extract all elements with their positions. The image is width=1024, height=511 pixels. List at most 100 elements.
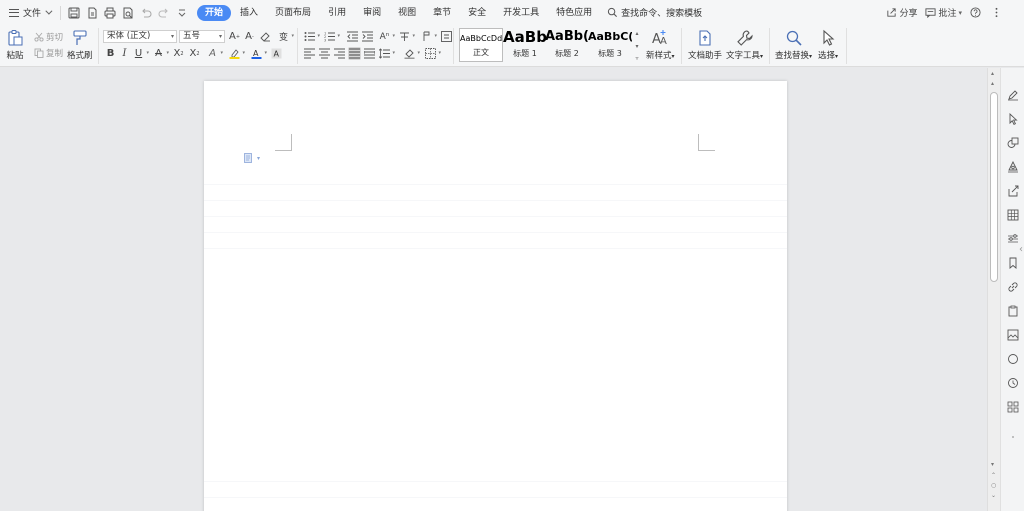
style-heading-3[interactable]: AaBbC( 标题 3 xyxy=(588,28,632,62)
undo-icon[interactable] xyxy=(138,4,154,22)
style-heading-1[interactable]: AaBb 标题 1 xyxy=(503,28,547,62)
more-button[interactable] xyxy=(991,7,1004,18)
tab-home[interactable]: 开始 xyxy=(197,4,232,21)
circle-icon[interactable] xyxy=(1006,352,1020,366)
redo-icon[interactable] xyxy=(156,4,172,22)
save-icon[interactable] xyxy=(66,4,82,22)
strikethrough-icon[interactable]: A ▾ xyxy=(152,47,169,60)
tab-page-layout[interactable]: 页面布局 xyxy=(267,5,319,21)
copy-button[interactable]: 复制 xyxy=(34,47,63,59)
distributed-align-icon[interactable] xyxy=(363,47,376,60)
align-center-icon[interactable] xyxy=(318,47,331,60)
text-effect-icon[interactable]: A ▾ xyxy=(206,47,223,60)
share-icon xyxy=(887,8,897,17)
justify-icon[interactable] xyxy=(348,47,361,60)
change-case-icon[interactable]: Aⁿ ▾ xyxy=(378,30,395,43)
styles-gallery-scroll[interactable]: ▴ ▾ ▿ xyxy=(633,30,641,62)
image-icon[interactable] xyxy=(1006,328,1020,342)
line-spacing-icon[interactable]: ▾ xyxy=(378,47,395,60)
style-normal[interactable]: AaBbCcDd 正文 xyxy=(459,28,503,62)
cut-button[interactable]: 剪切 xyxy=(34,31,63,43)
font-color-icon[interactable]: A ▾ xyxy=(250,47,267,60)
tab-chapter[interactable]: 章节 xyxy=(425,5,459,21)
bold-icon[interactable]: B xyxy=(104,47,117,60)
next-page-icon[interactable]: ⌄ xyxy=(991,492,996,499)
scroll-up-icon[interactable]: ▴ xyxy=(991,80,994,87)
tab-security[interactable]: 安全 xyxy=(460,5,494,21)
character-shading-icon[interactable]: A xyxy=(270,47,283,60)
document-helper-button[interactable]: 文档助手 xyxy=(688,29,722,61)
comment-button[interactable]: 批注 ▾ xyxy=(925,6,962,19)
output-pdf-icon[interactable] xyxy=(84,4,100,22)
link-icon[interactable] xyxy=(1006,280,1020,294)
tab-view[interactable]: 视图 xyxy=(390,5,424,21)
decrease-indent-icon[interactable] xyxy=(346,30,359,43)
select-button[interactable]: 选择▾ xyxy=(818,29,838,61)
align-left-icon[interactable] xyxy=(303,47,316,60)
more-horizontal-icon[interactable] xyxy=(1006,430,1020,444)
share-button[interactable]: 分享 xyxy=(886,6,917,19)
print-preview-icon[interactable] xyxy=(120,4,136,22)
font-name-select[interactable]: 宋体 (正文) ▾ xyxy=(103,30,177,43)
clipboard-icon[interactable] xyxy=(1006,304,1020,318)
command-search[interactable]: 查找命令、搜索模板 xyxy=(607,6,702,19)
tab-insert[interactable]: 插入 xyxy=(232,5,266,21)
browse-object-icon[interactable]: ○ xyxy=(991,482,996,489)
subscript-icon[interactable]: X2 xyxy=(188,47,201,60)
select-pointer-icon[interactable] xyxy=(1006,112,1020,126)
help-button[interactable] xyxy=(970,7,983,18)
scroll-down-icon[interactable]: ▾ xyxy=(991,461,994,468)
document-page[interactable]: ▾ xyxy=(204,81,787,511)
tab-review[interactable]: 审阅 xyxy=(355,5,389,21)
find-replace-button[interactable]: 查找替换▾ xyxy=(775,29,812,61)
text-line xyxy=(204,184,787,185)
phonetic-guide-icon[interactable]: 变 ▾ xyxy=(277,30,294,43)
share-out-icon[interactable] xyxy=(1006,184,1020,198)
customize-quick-access-icon[interactable] xyxy=(174,4,190,22)
adjust-icon[interactable] xyxy=(1006,232,1020,246)
shading-icon[interactable]: ▾ xyxy=(403,47,420,60)
superscript-icon[interactable]: X2 xyxy=(172,47,185,60)
bookmark-icon[interactable] xyxy=(1006,256,1020,270)
increase-indent-icon[interactable] xyxy=(361,30,374,43)
scroll-down-icon[interactable]: ▾ xyxy=(635,43,638,50)
shapes-icon[interactable] xyxy=(1006,136,1020,150)
vertical-scrollbar[interactable]: ▴ ▴ ▾ ⌃ ○ ⌄ xyxy=(987,68,1000,511)
history-icon[interactable] xyxy=(1006,376,1020,390)
grow-font-icon[interactable]: A + xyxy=(228,30,241,43)
highlight-color-icon[interactable]: ▾ xyxy=(228,47,245,60)
text-tools-button[interactable]: 文字工具▾ xyxy=(726,29,763,61)
style-fill-icon[interactable] xyxy=(1006,160,1020,174)
sort-icon[interactable] xyxy=(440,30,453,43)
table-icon[interactable] xyxy=(1006,208,1020,222)
shrink-font-icon[interactable]: A- xyxy=(243,30,256,43)
align-right-icon[interactable] xyxy=(333,47,346,60)
paragraph-layout-button[interactable]: ▾ xyxy=(244,153,260,164)
show-hide-marks-icon[interactable]: ▾ xyxy=(420,30,437,43)
expand-gallery-icon[interactable]: ▿ xyxy=(635,55,638,62)
tab-developer[interactable]: 开发工具 xyxy=(495,5,547,21)
new-style-button[interactable]: AA 新样式▾ xyxy=(646,29,675,61)
font-size-select[interactable]: 五号 ▾ xyxy=(179,30,225,43)
italic-icon[interactable]: I xyxy=(118,47,131,60)
bullet-list-icon[interactable]: ▾ xyxy=(303,30,320,43)
numbered-list-icon[interactable]: 1 2 3 ▾ xyxy=(323,30,340,43)
paste-button[interactable]: 粘贴 xyxy=(6,29,24,61)
clear-formatting-icon[interactable] xyxy=(259,30,272,43)
format-painter-button[interactable]: 格式刷 xyxy=(67,29,93,61)
scrollbar-thumb[interactable] xyxy=(990,92,998,282)
tab-special-apps[interactable]: 特色应用 xyxy=(548,5,600,21)
borders-icon[interactable]: ▾ xyxy=(424,47,441,60)
pen-icon[interactable] xyxy=(1006,88,1020,102)
chinese-layout-icon[interactable]: ▾ xyxy=(398,30,415,43)
scroll-up-icon[interactable]: ▴ xyxy=(991,70,994,77)
collapse-panel-icon[interactable]: ‹ xyxy=(1019,244,1023,255)
scroll-up-icon[interactable]: ▴ xyxy=(635,30,638,37)
previous-page-icon[interactable]: ⌃ xyxy=(991,472,996,479)
underline-icon[interactable]: U ▾ xyxy=(132,47,149,60)
file-menu[interactable]: 文件 xyxy=(0,0,56,25)
tab-references[interactable]: 引用 xyxy=(320,5,354,21)
print-icon[interactable] xyxy=(102,4,118,22)
apps-grid-icon[interactable] xyxy=(1006,400,1020,414)
style-heading-2[interactable]: AaBb( 标题 2 xyxy=(545,28,589,62)
